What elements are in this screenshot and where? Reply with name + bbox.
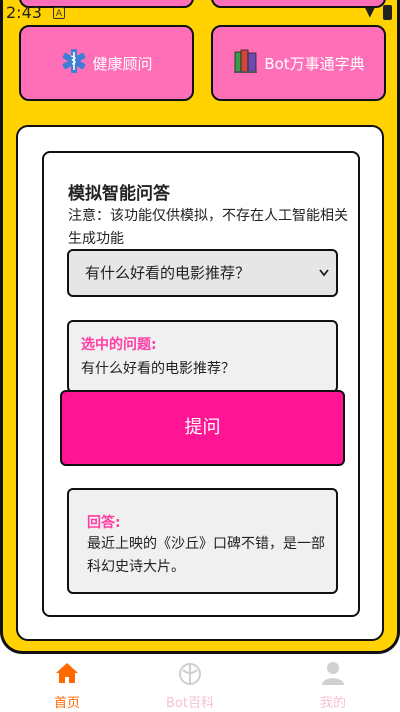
answer-text: 最近上映的《沙丘》口碑不错，是一部科幻史诗大片。: [87, 536, 325, 575]
answer-label: 回答:: [87, 515, 121, 531]
battery-icon: [383, 5, 392, 20]
home-icon: [27, 660, 107, 686]
selected-question-text: 有什么好看的电影推荐？: [81, 361, 235, 377]
answer-box: 回答: 最近上映的《沙丘》口碑不错，是一部科幻史诗大片。: [67, 488, 338, 594]
status-bar: 2:43 A ▼: [0, 0, 400, 26]
status-time: 2:43: [6, 3, 42, 22]
bot-dictionary-label: Bot万事通字典: [264, 54, 365, 73]
notification-icon: A: [53, 7, 65, 19]
encyclopedia-icon: [150, 660, 230, 686]
nav-home-label: 首页: [53, 696, 80, 711]
nav-me-label: 我的: [319, 696, 346, 711]
main-panel: 模拟智能问答 注意：该功能仅供模拟，不存在人工智能相关生成功能 有什么好看的电影…: [16, 125, 384, 641]
wifi-icon: ▼: [364, 5, 375, 20]
books-icon: [232, 47, 260, 79]
chevron-down-icon: [318, 251, 330, 313]
user-icon: [293, 660, 373, 686]
health-advisor-label: 健康顾问: [92, 54, 153, 73]
health-advisor-card[interactable]: 健康顾问: [19, 25, 194, 101]
bottom-nav: 首页 Bot百科 我的: [0, 656, 400, 712]
qa-card: 模拟智能问答 注意：该功能仅供模拟，不存在人工智能相关生成功能 有什么好看的电影…: [42, 151, 360, 617]
question-select-value: 有什么好看的电影推荐？: [85, 264, 251, 282]
medical-staff-icon: [60, 47, 88, 79]
nav-bot-label: Bot百科: [166, 696, 214, 711]
ask-button[interactable]: 提问: [60, 390, 345, 466]
selected-question-box: 选中的问题: 有什么好看的电影推荐？: [67, 320, 338, 393]
selected-question-label: 选中的问题:: [81, 337, 157, 353]
nav-me[interactable]: 我的: [293, 660, 373, 711]
question-select[interactable]: 有什么好看的电影推荐？: [67, 249, 338, 297]
nav-bot-encyclopedia[interactable]: Bot百科: [150, 660, 230, 711]
qa-note: 注意：该功能仅供模拟，不存在人工智能相关生成功能: [68, 208, 348, 247]
nav-home[interactable]: 首页: [27, 660, 107, 711]
qa-title: 模拟智能问答: [68, 184, 170, 204]
bot-dictionary-card[interactable]: Bot万事通字典: [211, 25, 386, 101]
